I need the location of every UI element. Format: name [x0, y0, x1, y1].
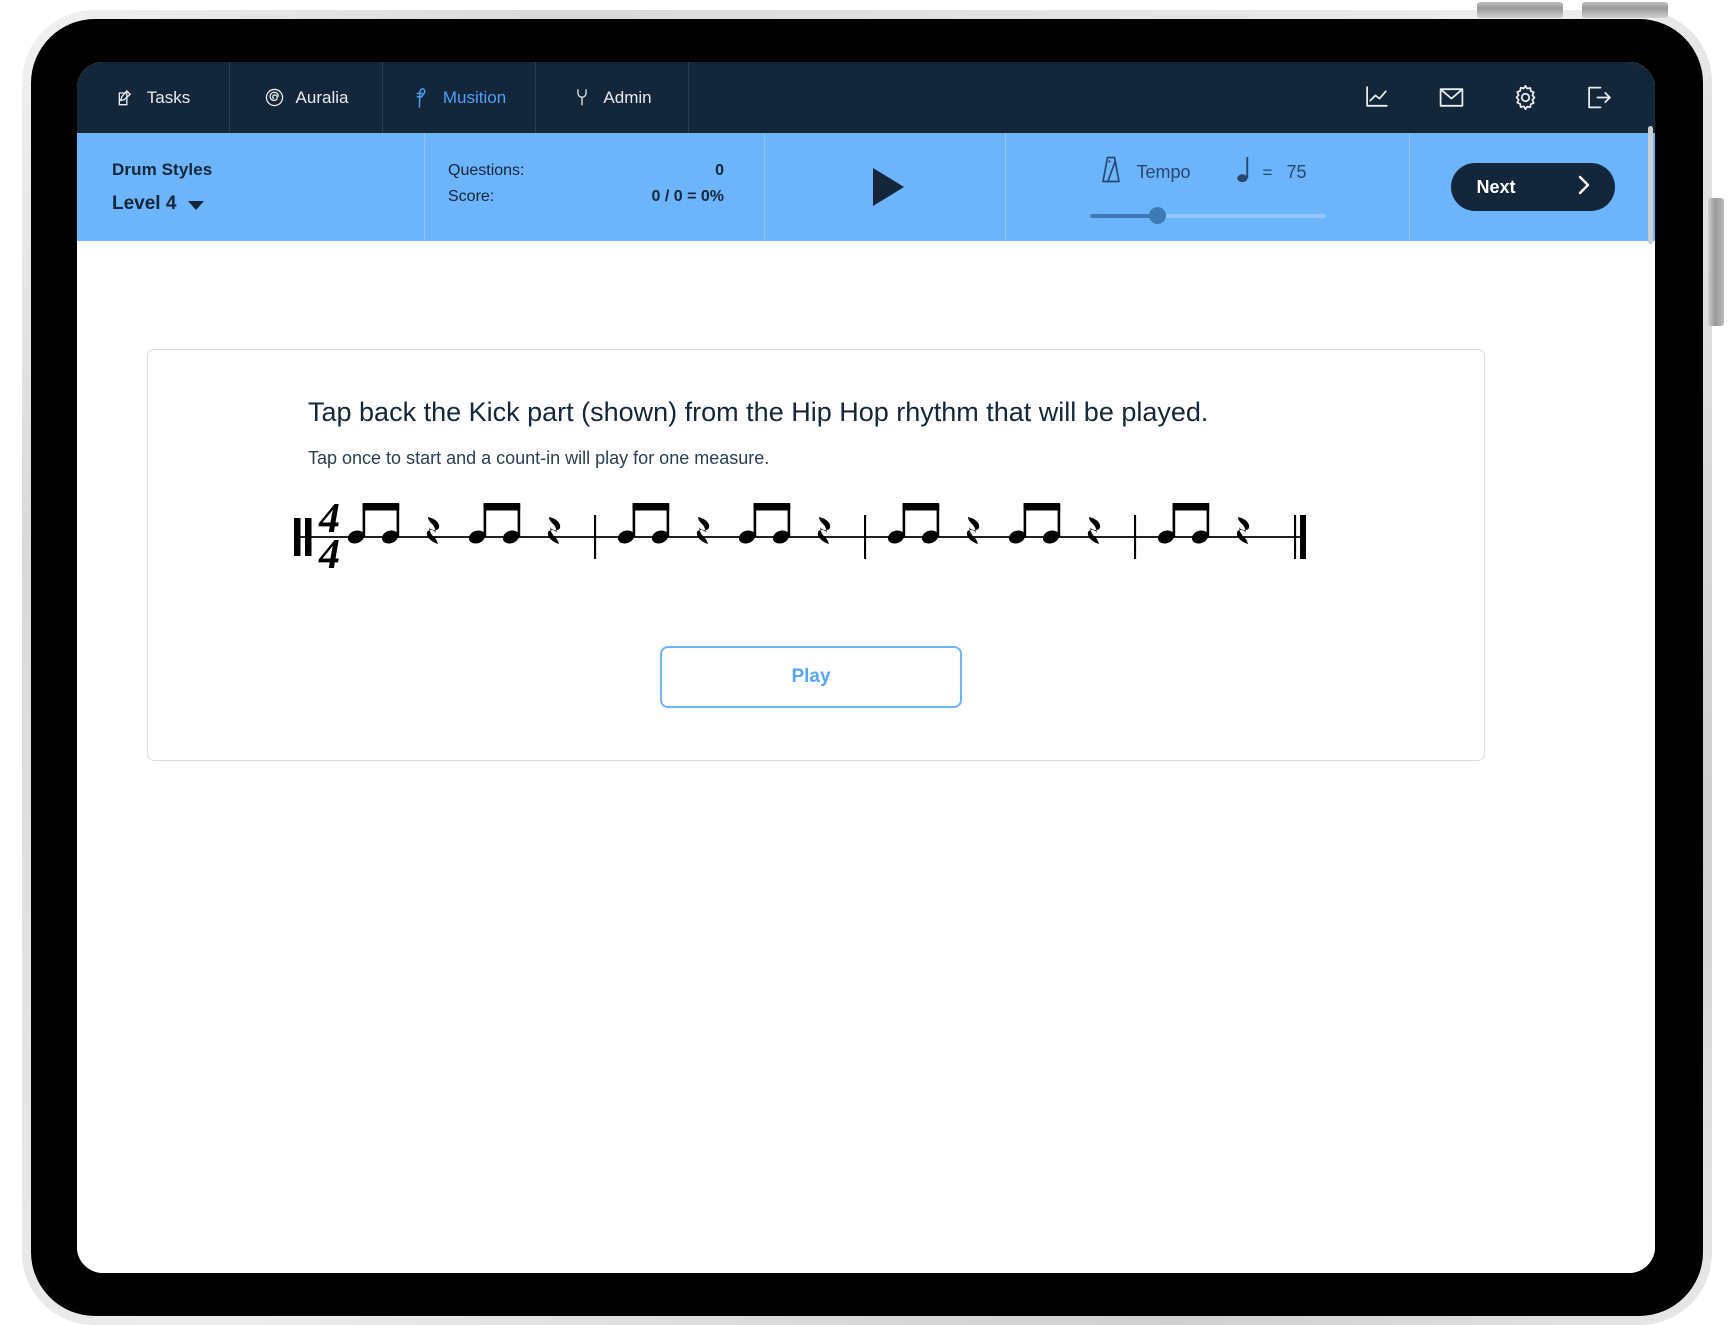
- eighth-rest: [817, 517, 831, 544]
- percussion-clef: [305, 518, 312, 556]
- metronome-icon: [1099, 155, 1123, 190]
- nav-tab-label: Admin: [603, 87, 652, 107]
- toolbar-play-button[interactable]: [765, 133, 1006, 241]
- notation-svg: 4 4: [294, 496, 1306, 578]
- rest-group: [817, 517, 831, 544]
- rest-group: [1236, 517, 1250, 544]
- nav-tab-label: Tasks: [146, 87, 191, 107]
- top-navigation-bar: Tasks Auralia Musition Admin: [77, 62, 1655, 133]
- question-title: Tap back the Kick part (shown) from the …: [308, 397, 1209, 427]
- percussion-clef: [294, 518, 301, 556]
- score-label: Score:: [448, 188, 495, 205]
- rest-group: [426, 517, 440, 544]
- next-button[interactable]: Next: [1450, 163, 1615, 211]
- chart-icon[interactable]: [1364, 85, 1391, 110]
- pencil-square-icon: [116, 88, 136, 108]
- rest-group: [547, 517, 561, 544]
- play-button[interactable]: Play: [660, 646, 962, 708]
- note-group: [887, 503, 940, 544]
- questions-value: 0: [715, 162, 724, 179]
- eighth-rest: [1087, 517, 1101, 544]
- beam: [483, 503, 521, 511]
- chevron-right-icon: [1576, 174, 1593, 201]
- nav-tab-auralia[interactable]: Auralia: [230, 62, 383, 133]
- barline: [864, 515, 867, 559]
- next-panel: Next: [1410, 133, 1655, 241]
- score-value: 0 / 0 = 0%: [651, 188, 725, 205]
- tempo-panel: Tempo = 75: [1006, 133, 1410, 241]
- eighth-rest: [426, 517, 440, 544]
- tablet-device: Tasks Auralia Musition Admin Drum Styles…: [22, 2, 1724, 1325]
- power-button[interactable]: [1708, 198, 1724, 326]
- course-title: Drum Styles: [112, 160, 213, 179]
- tempo-readout: Tempo = 75: [1099, 155, 1317, 190]
- tempo-slider-thumb[interactable]: [1148, 207, 1166, 224]
- level-selector[interactable]: Level 4: [112, 193, 424, 215]
- course-info-panel: Drum Styles Level 4: [77, 133, 425, 241]
- rest-group: [1087, 517, 1101, 544]
- nav-tab-tasks[interactable]: Tasks: [77, 62, 230, 133]
- nav-tab-musition[interactable]: Musition: [383, 62, 536, 133]
- nav-tab-admin[interactable]: Admin: [536, 62, 689, 133]
- logout-icon[interactable]: [1586, 85, 1613, 110]
- rest-group: [696, 517, 710, 544]
- play-triangle-icon: [872, 168, 904, 206]
- questions-row: Questions: 0: [448, 162, 724, 180]
- tempo-slider-fill: [1089, 214, 1157, 218]
- barline: [1134, 515, 1137, 559]
- tablet-screen: Tasks Auralia Musition Admin Drum Styles…: [77, 62, 1655, 1273]
- eighth-rest: [966, 517, 980, 544]
- nav-icon-group: [1364, 62, 1655, 133]
- beam: [362, 503, 400, 511]
- final-barline-thick: [1300, 515, 1306, 559]
- wrench-icon: [572, 87, 592, 108]
- volume-down-button[interactable]: [1582, 2, 1668, 18]
- note-group: [1157, 503, 1210, 544]
- note-group: [617, 503, 670, 544]
- beam: [1023, 503, 1061, 511]
- gear-icon[interactable]: [1512, 84, 1539, 111]
- questions-label: Questions:: [448, 162, 525, 179]
- nav-tab-label: Auralia: [295, 87, 349, 107]
- question-card: Tap back the Kick part (shown) from the …: [147, 349, 1485, 761]
- rhythm-notation: 4 4: [288, 482, 1348, 592]
- beam: [632, 503, 670, 511]
- tempo-equals: =: [1262, 162, 1273, 182]
- note-group: [347, 503, 400, 544]
- time-signature-bottom: 4: [318, 532, 340, 578]
- final-barline-thin: [1294, 515, 1297, 559]
- treble-flourish-icon: [412, 87, 432, 109]
- eighth-rest: [696, 517, 710, 544]
- exercise-toolbar: Drum Styles Level 4 Questions: 0 Score: …: [77, 133, 1655, 241]
- note-group: [738, 503, 791, 544]
- beam: [1172, 503, 1210, 511]
- nav-tab-label: Musition: [442, 87, 507, 107]
- next-button-label: Next: [1476, 176, 1516, 197]
- quarter-note-icon: [1236, 155, 1252, 190]
- beam: [902, 503, 940, 511]
- spiral-icon: [264, 87, 285, 108]
- main-content: Tap back the Kick part (shown) from the …: [77, 241, 1655, 1273]
- tempo-label: Tempo: [1136, 162, 1191, 182]
- score-panel: Questions: 0 Score: 0 / 0 = 0%: [425, 133, 765, 241]
- eighth-rest: [547, 517, 561, 544]
- scroll-indicator[interactable]: [1648, 126, 1653, 244]
- question-subtitle: Tap once to start and a count-in will pl…: [308, 448, 770, 468]
- eighth-rest: [1236, 517, 1250, 544]
- beam: [753, 503, 791, 511]
- barline: [594, 515, 597, 559]
- note-group: [468, 503, 521, 544]
- chevron-down-icon: [188, 201, 205, 210]
- rest-group: [966, 517, 980, 544]
- tempo-slider[interactable]: [1089, 207, 1326, 224]
- note-group: [1008, 503, 1061, 544]
- mail-icon[interactable]: [1438, 86, 1465, 109]
- tempo-bpm-value: 75: [1286, 162, 1307, 182]
- score-row: Score: 0 / 0 = 0%: [448, 188, 724, 206]
- level-label: Level 4: [112, 193, 177, 214]
- volume-up-button[interactable]: [1477, 2, 1563, 18]
